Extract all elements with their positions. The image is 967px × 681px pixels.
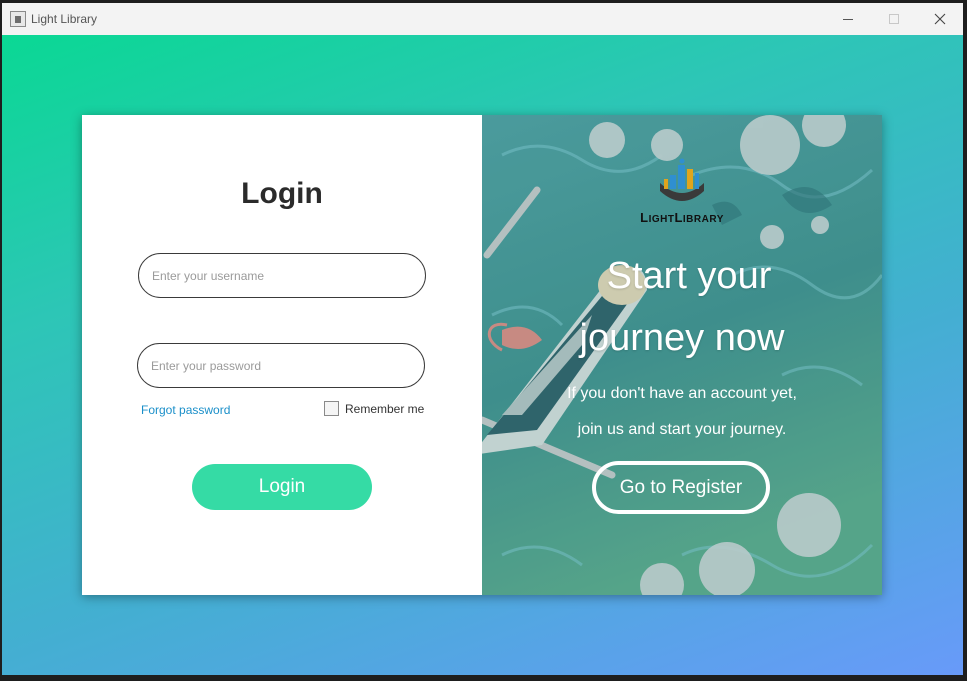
login-title: Login <box>241 177 323 210</box>
brand-wordmark: LIGHTLIBRARY <box>640 210 724 225</box>
remember-me-toggle[interactable]: Remember me <box>324 401 424 416</box>
app-icon <box>10 11 26 27</box>
maximize-icon <box>889 14 899 24</box>
headline-line-1: Start your <box>606 255 772 297</box>
minimize-button[interactable] <box>825 3 871 35</box>
remember-me-checkbox[interactable] <box>324 401 339 416</box>
remember-me-label: Remember me <box>345 401 425 416</box>
go-to-register-button[interactable]: Go to Register <box>592 461 770 514</box>
subtext-line-1: If you don't have an account yet, <box>567 385 797 402</box>
close-button[interactable] <box>917 3 963 35</box>
window-title: Light Library <box>31 12 98 26</box>
login-button[interactable]: Login <box>192 464 372 510</box>
app-window: Light Library Login Forgot password Reme… <box>2 3 963 675</box>
headline-line-2: journey now <box>579 317 785 359</box>
auth-card: Login Forgot password Remember me Login <box>82 115 882 595</box>
login-panel: Login Forgot password Remember me Login <box>82 115 482 595</box>
subtext-line-2: join us and start your journey. <box>577 421 787 438</box>
password-input[interactable] <box>137 343 425 388</box>
forgot-password-link[interactable]: Forgot password <box>141 403 230 417</box>
maximize-button[interactable] <box>871 3 917 35</box>
close-icon <box>934 13 946 25</box>
register-panel: LIGHTLIBRARY Start your journey now If y… <box>482 115 882 595</box>
username-input[interactable] <box>138 253 426 298</box>
app-background: Login Forgot password Remember me Login <box>2 35 963 675</box>
title-bar[interactable]: Light Library <box>2 3 963 35</box>
minimize-icon <box>843 18 853 20</box>
